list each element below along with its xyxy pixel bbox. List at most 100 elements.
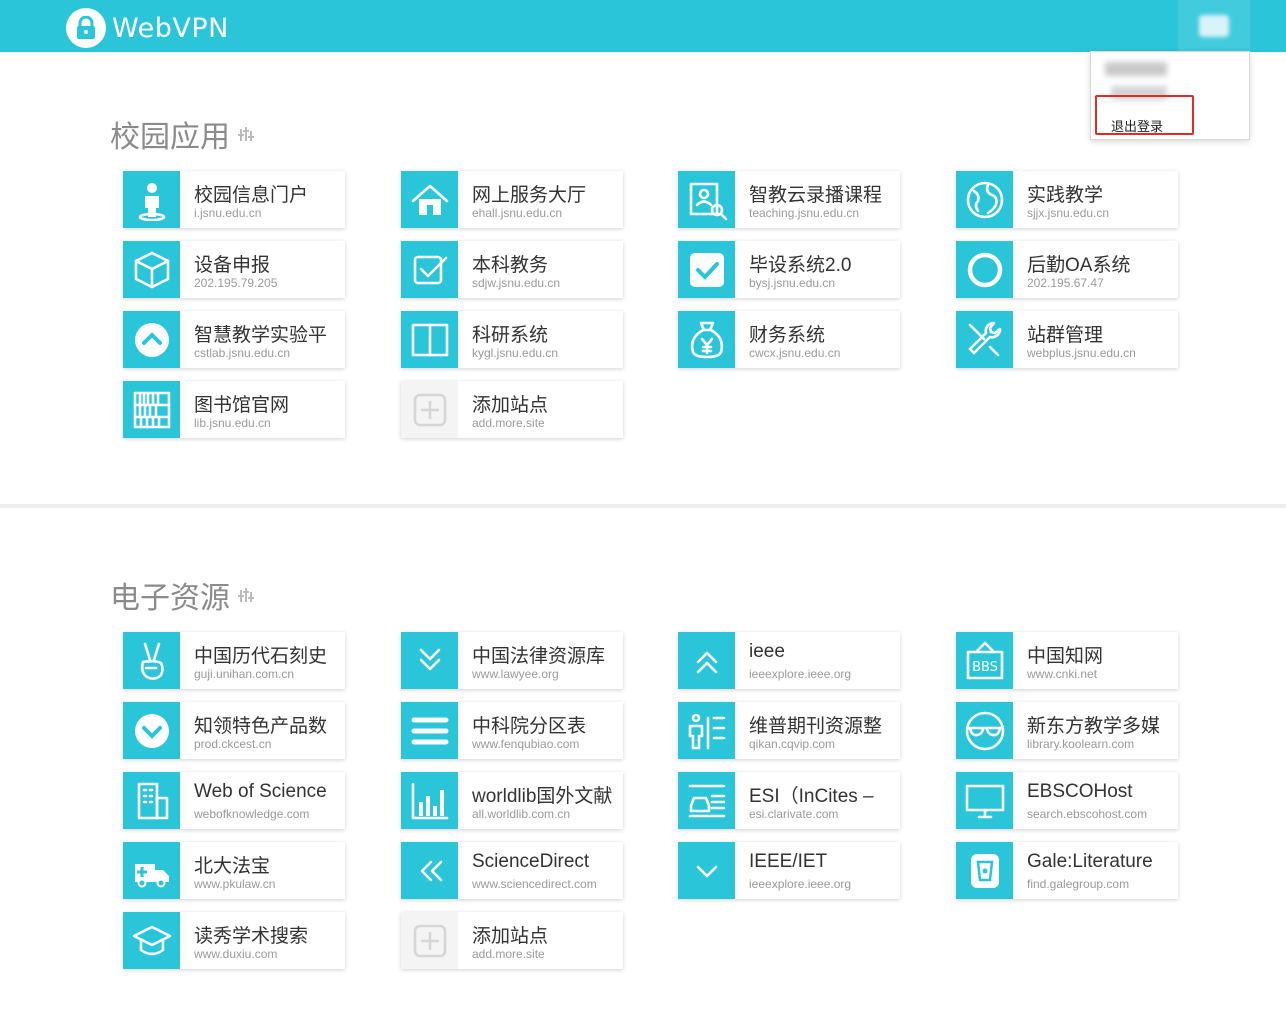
columns-icon [401,311,458,368]
menu-icon [401,702,458,759]
site-name: 中科院分区表 [472,716,587,737]
sliders-icon[interactable] [238,125,256,143]
blurred-username [1105,62,1167,76]
add-icon [401,381,458,438]
site-card[interactable]: IEEE/IET ieeexplore.ieee.org [678,842,900,899]
site-card[interactable]: 图书馆官网 lib.jsnu.edu.cn [123,381,345,438]
svg-text:BBS: BBS [972,660,998,675]
site-card[interactable]: ESI（InCites – esi.clarivate.com [678,772,900,829]
bar-chart-icon [401,772,458,829]
brand-name: WebVPN [112,12,229,44]
site-name: worldlib国外文献 [472,786,613,807]
site-name: 中国法律资源库 [472,646,606,667]
section-title-text: 校园应用 [110,121,230,154]
add-site-card[interactable]: 添加站点 add.more.site [401,381,623,438]
site-card[interactable]: 智慧教学实验平 cstlab.jsnu.edu.cn [123,311,345,368]
site-card[interactable]: 中科院分区表 www.fenqubiao.com [401,702,623,759]
site-name: ScienceDirect [472,851,590,872]
add-site-card[interactable]: 添加站点 add.more.site [401,912,623,969]
site-card[interactable]: 知领特色产品数 prod.ckcest.cn [123,702,345,759]
site-url: esi.clarivate.com [749,807,839,821]
site-card[interactable]: ieee ieeexplore.ieee.org [678,632,900,689]
site-url: sdjw.jsnu.edu.cn [472,276,561,290]
site-card[interactable]: 站群管理 webplus.jsnu.edu.cn [956,311,1178,368]
site-name: Web of Science [194,781,327,802]
site-url: ieeexplore.ieee.org [749,667,852,681]
double-chevron-down-icon [401,632,458,689]
site-card[interactable]: 本科教务 sdjw.jsnu.edu.cn [401,241,623,298]
chevron-down-icon [678,842,735,899]
site-name: 读秀学术搜索 [194,926,309,947]
site-card[interactable]: 智教云录播课程 teaching.jsnu.edu.cn [678,171,900,228]
webvpn-logo[interactable]: WebVPN [66,8,229,48]
profile-search-icon [678,171,735,228]
site-url: teaching.jsnu.edu.cn [749,206,860,220]
site-name: 智教云录播课程 [749,185,883,206]
site-name: 中国历代石刻史 [194,646,328,667]
person-icon [123,171,180,228]
site-card[interactable]: EBSCOHost search.ebscohost.com [956,772,1178,829]
user-menu-button[interactable] [1178,0,1250,52]
site-url: lib.jsnu.edu.cn [194,416,271,430]
site-card[interactable]: 实践教学 sjjx.jsnu.edu.cn [956,171,1178,228]
site-url: www.sciencedirect.com [472,877,597,891]
double-chevron-up-icon [678,632,735,689]
site-card[interactable]: 科研系统 kygl.jsnu.edu.cn [401,311,623,368]
site-card[interactable]: 财务系统 cwcx.jsnu.edu.cn [678,311,900,368]
site-url: www.lawyee.org [472,667,559,681]
site-url: cstlab.jsnu.edu.cn [194,346,291,360]
site-name: 财务系统 [749,325,826,346]
site-card[interactable]: worldlib国外文献 all.worldlib.com.cn [401,772,623,829]
site-url: webofknowledge.com [194,807,310,821]
site-url: www.pkulaw.cn [194,877,276,891]
ambulance-icon [123,842,180,899]
house-icon [401,171,458,228]
site-card[interactable]: BBS 中国知网 www.cnki.net [956,632,1178,689]
site-url: cwcx.jsnu.edu.cn [749,346,841,360]
site-url: www.fenqubiao.com [472,737,580,751]
add-icon [401,912,458,969]
site-url: library.koolearn.com [1027,737,1135,751]
site-card[interactable]: 维普期刊资源整 qikan.cqvip.com [678,702,900,759]
sliders-icon[interactable] [238,586,256,604]
site-name: 本科教务 [472,255,549,276]
site-name: ESI（InCites – [749,786,874,807]
site-url: www.duxiu.com [194,947,278,961]
site-card[interactable]: 新东方教学多媒 library.koolearn.com [956,702,1178,759]
site-name: 科研系统 [472,325,549,346]
site-card[interactable]: ScienceDirect www.sciencedirect.com [401,842,623,899]
logout-link[interactable]: 退出登录 [1111,116,1163,135]
site-card[interactable]: 中国历代石刻史 guji.unihan.com.cn [123,632,345,689]
site-name: 智慧教学实验平 [194,325,328,346]
site-card[interactable]: Gale:Literature find.galegroup.com [956,842,1178,899]
checkbox-icon [401,241,458,298]
monitor-icon [956,772,1013,829]
site-url: all.worldlib.com.cn [472,807,571,821]
site-card[interactable]: 毕设系统2.0 bysj.jsnu.edu.cn [678,241,900,298]
cube-icon [123,241,180,298]
site-card[interactable]: 后勤OA系统 202.195.67.47 [956,241,1178,298]
top-bar: WebVPN [0,0,1286,52]
site-name: 实践教学 [1027,185,1104,206]
avatar [1199,15,1229,37]
site-name: Gale:Literature [1027,851,1153,872]
site-url: sjjx.jsnu.edu.cn [1027,206,1110,220]
site-card[interactable]: 校园信息门户 i.jsnu.edu.cn [123,171,345,228]
site-card[interactable]: 网上服务大厅 ehall.jsnu.edu.cn [401,171,623,228]
site-url: 202.195.67.47 [1027,276,1104,290]
site-card[interactable]: 中国法律资源库 www.lawyee.org [401,632,623,689]
site-card[interactable]: 设备申报 202.195.79.205 [123,241,345,298]
site-name: IEEE/IET [749,851,828,872]
glasses-icon [956,702,1013,759]
section-title-campus: 校园应用 [110,112,256,156]
chevron-down-circle-icon [123,702,180,759]
site-card[interactable]: 北大法宝 www.pkulaw.cn [123,842,345,899]
site-name: 维普期刊资源整 [749,716,883,737]
site-name: 校园信息门户 [194,185,309,206]
site-url: guji.unihan.com.cn [194,667,295,681]
site-card[interactable]: Web of Science webofknowledge.com [123,772,345,829]
section-title-text: 电子资源 [110,582,230,615]
site-card[interactable]: 读秀学术搜索 www.duxiu.com [123,912,345,969]
site-url: www.cnki.net [1027,667,1098,681]
site-name: 网上服务大厅 [472,185,587,206]
